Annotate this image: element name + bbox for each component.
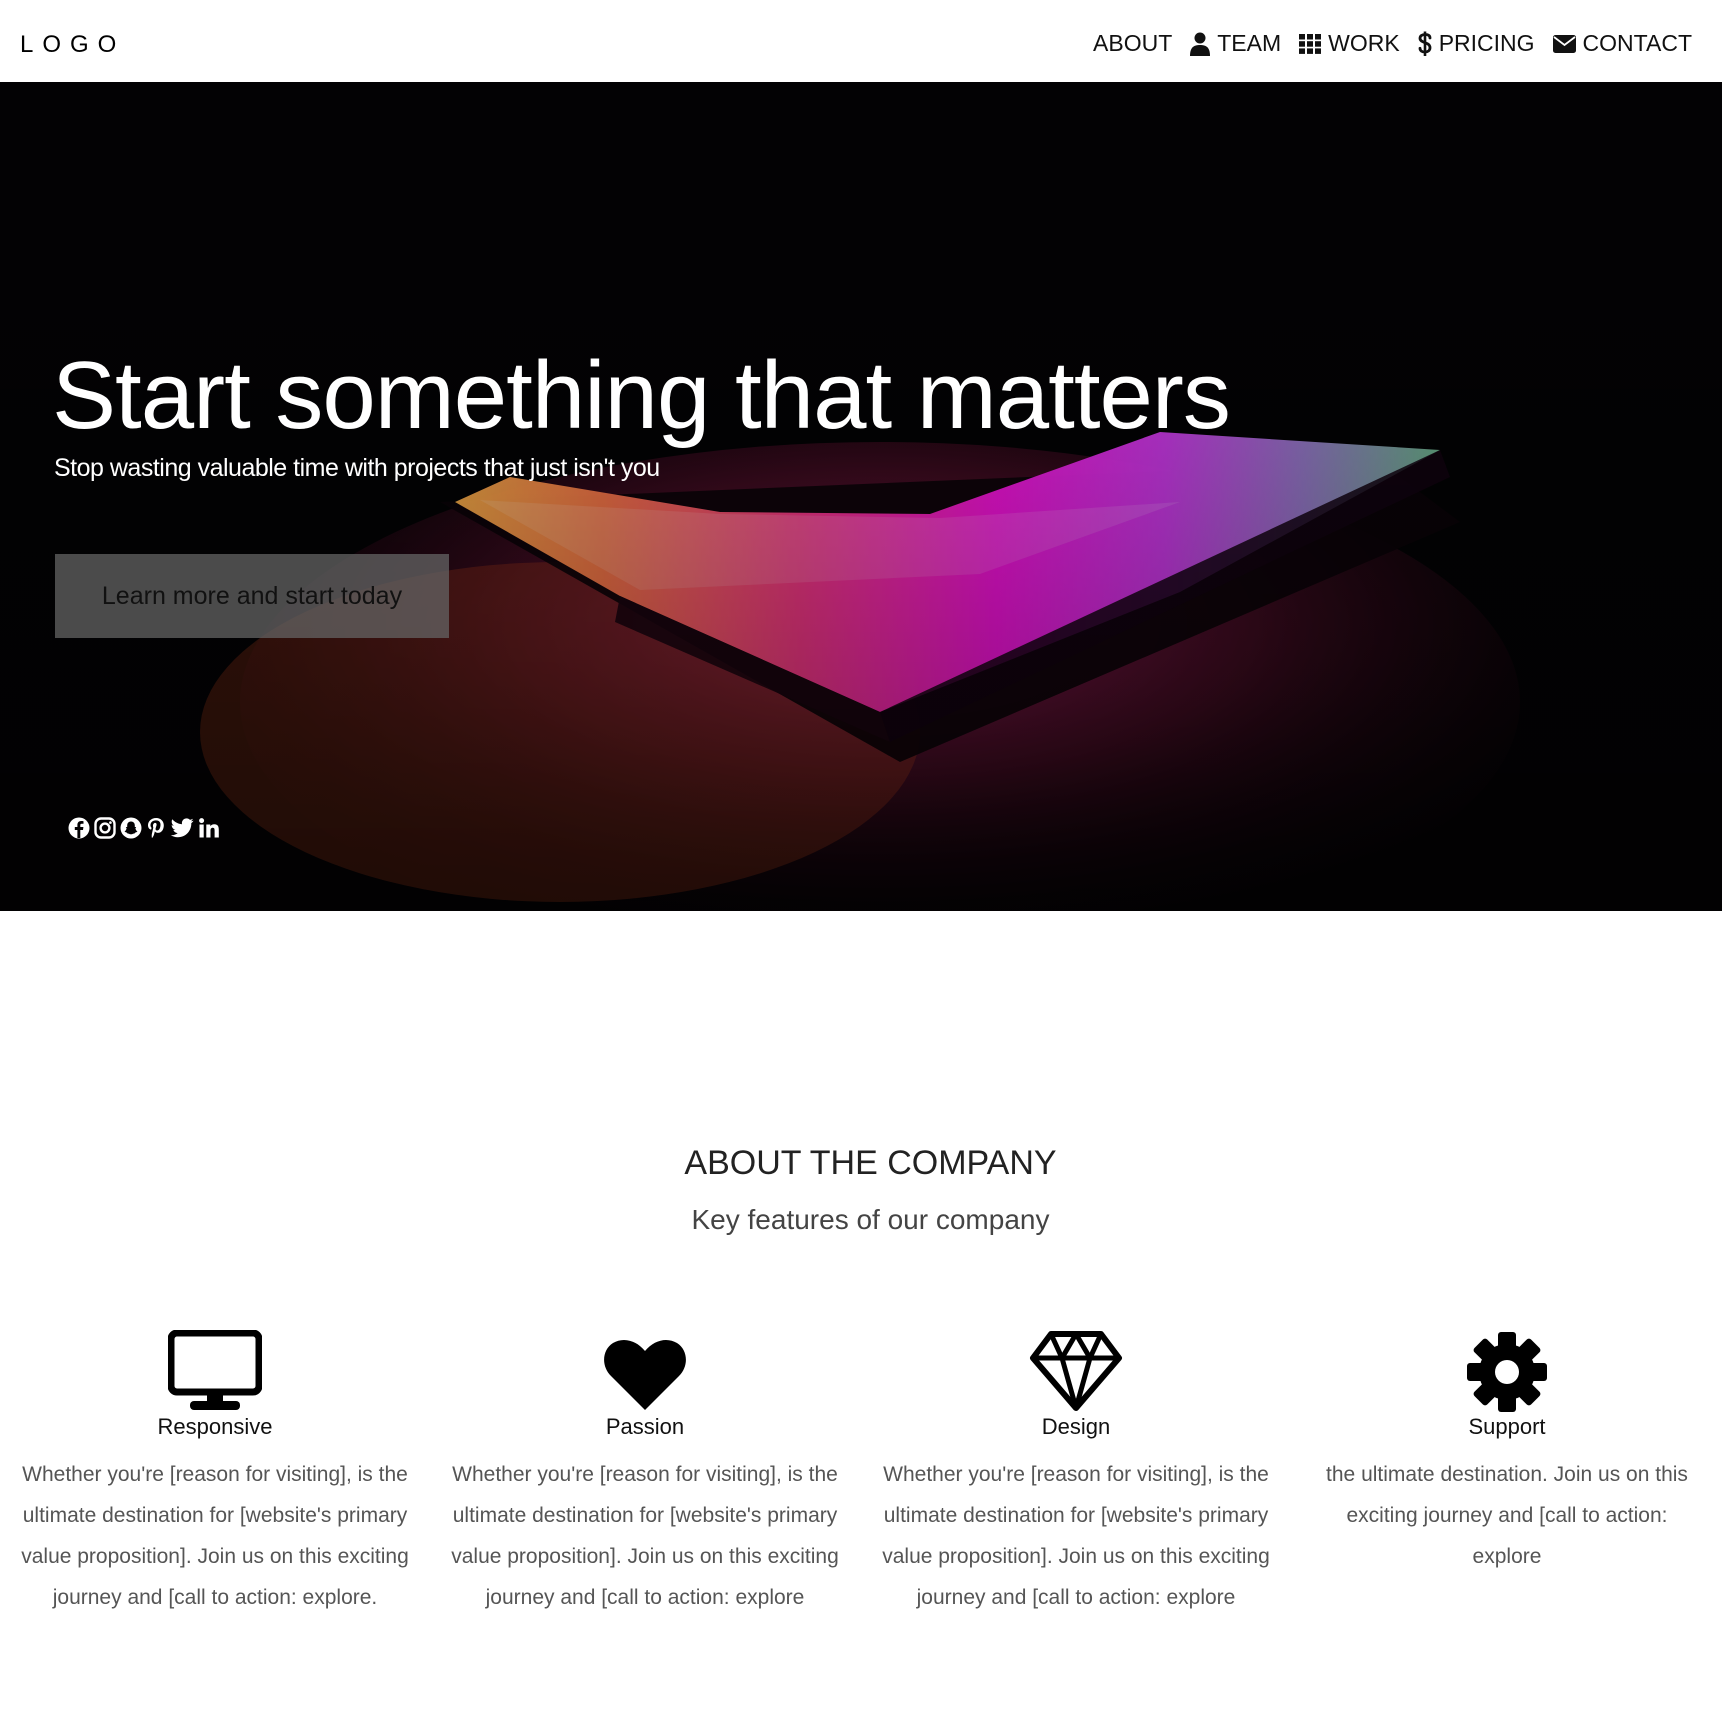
feature-text: the ultimate destination. Join us on thi…: [1326, 1463, 1688, 1568]
hero-subtitle: Stop wasting valuable time with projects…: [54, 454, 660, 482]
logo[interactable]: LOGO: [20, 31, 125, 59]
feature-title: Passion: [605, 1414, 685, 1439]
dollar-icon: [1418, 31, 1432, 57]
nav-item-contact[interactable]: CONTACT: [1552, 30, 1692, 57]
nav-item-label: ABOUT: [1093, 30, 1173, 56]
gear-icon: [1307, 1330, 1707, 1412]
feature-card-support: Support the ultimate destination. Join u…: [1307, 1330, 1707, 1577]
feature-card-design: Design Whether you're [reason for visiti…: [876, 1330, 1276, 1618]
grid-icon: [1299, 33, 1322, 54]
nav-menu: ABOUT TEAM WORK PRICING CONTACT: [1093, 30, 1692, 57]
nav-item-label: WORK: [1328, 30, 1400, 56]
navbar: LOGO ABOUT TEAM WORK PRICING CONTACT: [0, 0, 1722, 82]
feature-card-passion: Passion Whether you're [reason for visit…: [445, 1330, 845, 1618]
feature-title: Support: [1468, 1414, 1546, 1439]
nav-item-label: TEAM: [1217, 30, 1282, 56]
heart-icon: [445, 1330, 845, 1412]
nav-item-team[interactable]: TEAM: [1190, 30, 1281, 57]
social-links: [68, 817, 220, 844]
linkedin-icon[interactable]: [198, 817, 220, 844]
user-icon: [1190, 32, 1211, 56]
envelope-icon: [1552, 34, 1576, 53]
diamond-icon: [876, 1330, 1276, 1412]
feature-card-responsive: Responsive Whether you're [reason for vi…: [15, 1330, 415, 1618]
facebook-icon[interactable]: [68, 817, 90, 844]
about-title: ABOUT THE COMPANY: [684, 1144, 1057, 1183]
hero-title: Start something that matters: [52, 342, 1231, 450]
hero-background-image: [0, 82, 1722, 911]
feature-title: Responsive: [157, 1414, 273, 1439]
pinterest-icon[interactable]: [146, 817, 166, 844]
instagram-icon[interactable]: [94, 817, 116, 844]
feature-text: Whether you're [reason for visiting], is…: [882, 1463, 1270, 1609]
learn-more-button[interactable]: Learn more and start today: [55, 554, 449, 638]
nav-item-label: PRICING: [1438, 30, 1535, 56]
monitor-icon: [15, 1330, 415, 1412]
nav-item-about[interactable]: ABOUT: [1093, 30, 1172, 57]
feature-text: Whether you're [reason for visiting], is…: [21, 1463, 409, 1609]
feature-text: Whether you're [reason for visiting], is…: [451, 1463, 839, 1609]
nav-item-work[interactable]: WORK: [1299, 30, 1400, 57]
snapchat-icon[interactable]: [120, 817, 142, 844]
hero-section: Start something that matters Stop wastin…: [0, 82, 1722, 911]
twitter-icon[interactable]: [170, 818, 194, 843]
nav-item-label: CONTACT: [1582, 30, 1692, 56]
nav-item-pricing[interactable]: PRICING: [1418, 30, 1535, 57]
feature-title: Design: [1041, 1414, 1111, 1439]
about-subtitle: Key features of our company: [691, 1204, 1050, 1235]
